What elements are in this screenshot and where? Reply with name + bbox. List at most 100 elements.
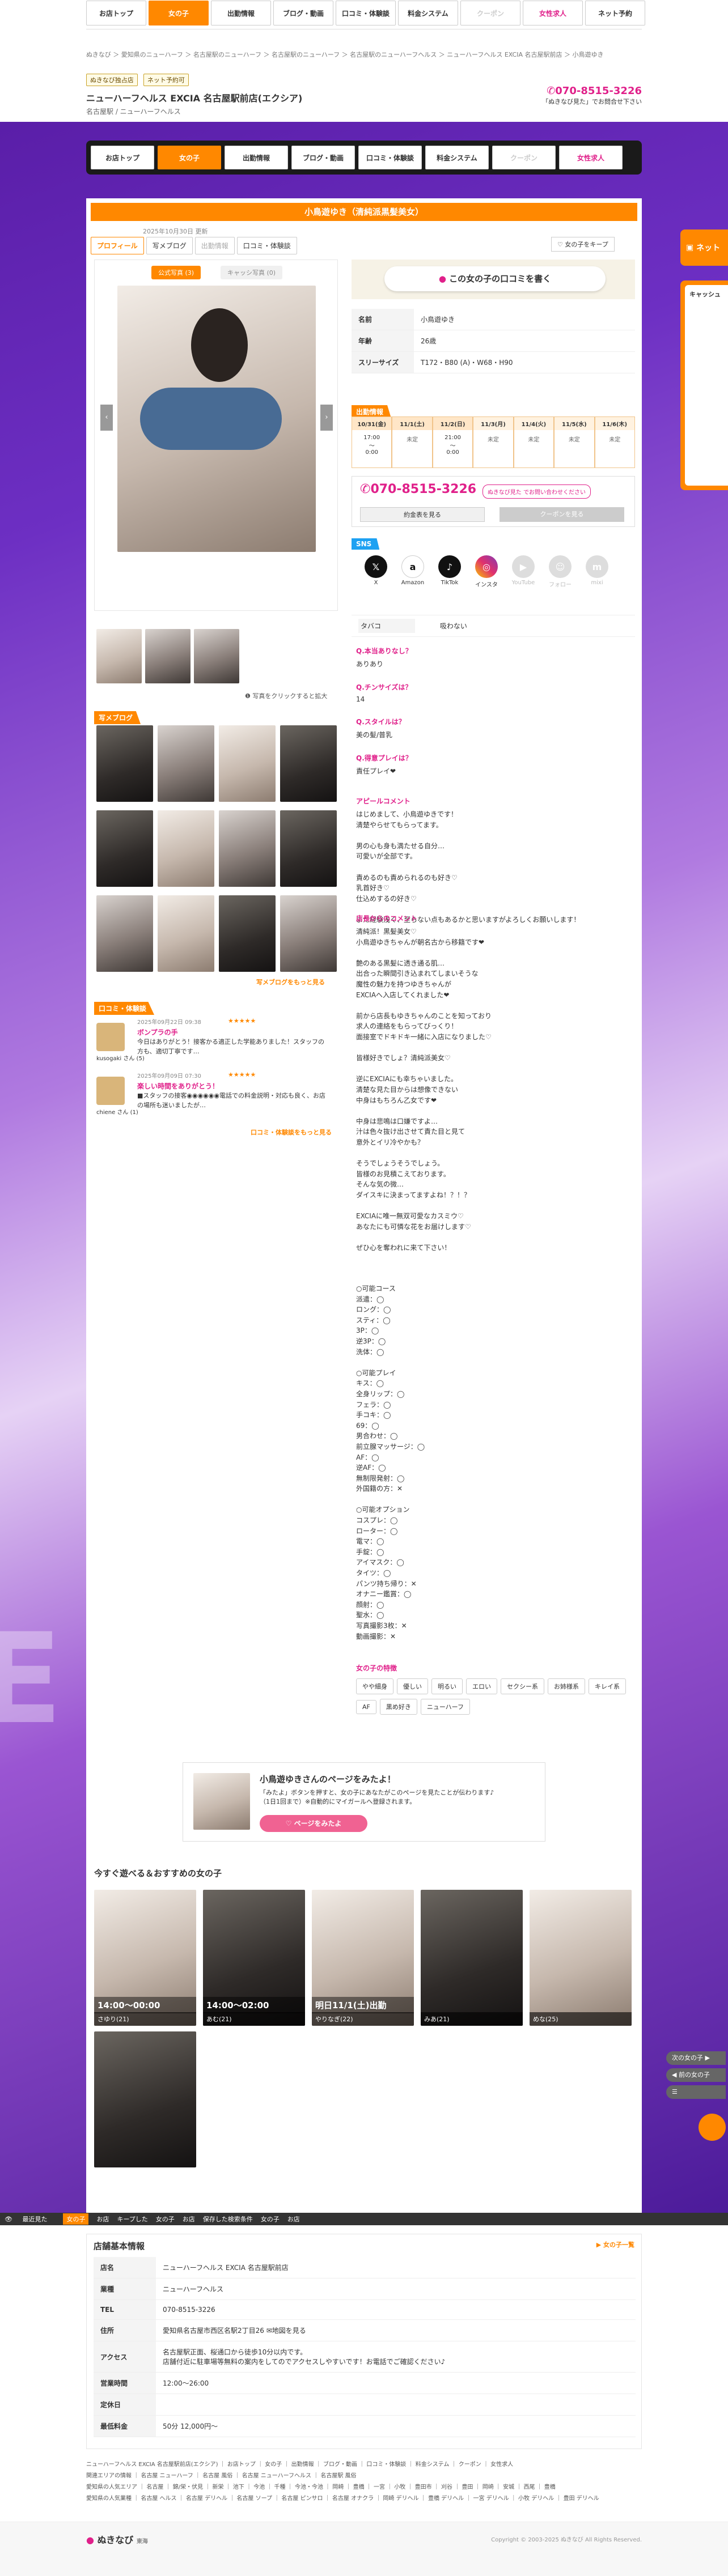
review-user[interactable]: chiene さん (1) [96, 1107, 138, 1116]
history-keep-shops[interactable]: お店 [183, 2214, 195, 2224]
cashback-side-banner[interactable]: キャッシュ [680, 280, 728, 490]
review-title[interactable]: ボンプラの手 [137, 1027, 178, 1037]
footer-links-area[interactable]: 関連エリアの情報 ｜ 名古屋 ニューハーフ ｜ 名古屋 風俗 ｜ 名古屋 ニュー… [86, 2471, 642, 2482]
main-photo[interactable] [117, 286, 316, 552]
sns-follow[interactable]: ☺ フォロー [547, 555, 573, 588]
sns-instagram[interactable]: ◎ インスタ [473, 555, 500, 588]
breadcrumb[interactable]: ぬきなび ＞ 愛知県のニューハーフ ＞ 名古屋駅のニューハーフ ＞ 名古屋駅のニ… [86, 50, 603, 59]
back-to-list-button[interactable]: ☰ [666, 2085, 726, 2099]
sns-tiktok[interactable]: ♪ TikTok [437, 555, 463, 586]
sns-amazon[interactable]: a Amazon [400, 555, 426, 586]
scroll-top-button[interactable] [699, 2114, 726, 2141]
review-more-link[interactable]: 口コミ・体験談をもっと見る [251, 1128, 332, 1137]
recommend-girl-card[interactable]: 14:00〜00:00 さゆり(21) [94, 1890, 196, 2026]
smoking-label: タバコ [358, 619, 415, 633]
footer-links-popular-type[interactable]: 愛知県の人気業種 ｜ 名古屋 ヘルス ｜ 名古屋 デリヘル ｜ 名古屋 ソープ … [86, 2493, 642, 2505]
feature-chip: セクシー系 [501, 1678, 544, 1694]
history-keep-girls[interactable]: 女の子 [156, 2214, 175, 2224]
sns-youtube[interactable]: ▶ YouTube [510, 555, 536, 586]
keep-girl-button[interactable]: ♡ 女の子をキープ [551, 237, 615, 252]
net-reserve-side-banner[interactable]: ▣ ネット [680, 229, 728, 266]
subnav-girls[interactable]: 女の子 [158, 146, 221, 169]
footer-links-shop[interactable]: ニューハーフヘルス EXCIA 名古屋駅前店(エクシア) ｜ お店トップ ｜ 女… [86, 2459, 642, 2471]
blog-thumb[interactable] [219, 810, 276, 887]
phone-icon: ✆ [547, 85, 556, 97]
cache-photo-tab[interactable]: キャッシ写真 (0) [221, 266, 283, 279]
shop-comment-text: 清純派！黒髪美女♡ 小鳥遊ゆきちゃんが朝名古から移籍です❤ 艶のある黒髪に透き通… [356, 928, 492, 1252]
blog-thumb[interactable] [96, 725, 153, 802]
appeal-text: はじめまして、小鳥遊ゆきです！ 清楚やらせてもらってます。 男の心も身も満たせる… [356, 810, 581, 924]
nav-reviews[interactable]: 口コミ・体験談 [336, 1, 396, 25]
shop-phone[interactable]: ✆070-8515-3226 [542, 85, 642, 97]
schedule-day: 11/5(水) 未定 [554, 416, 595, 468]
blog-more-link[interactable]: 写メブログをもっと見る [256, 977, 325, 987]
photo-prev-arrow[interactable]: ‹ [100, 405, 113, 431]
price-table-button[interactable]: 約金表を見る [360, 507, 485, 522]
official-photo-tab[interactable]: 公式写真 (3) [151, 266, 201, 279]
girls-list-link[interactable]: ▶ 女の子一覧 [596, 2240, 634, 2249]
blog-thumb[interactable] [96, 810, 153, 887]
subnav-price[interactable]: 料金システム [425, 146, 489, 169]
recommend-girl-card[interactable]: めな(25) [530, 1890, 632, 2026]
review-title[interactable]: 楽しい時間をありがとう！ [137, 1081, 219, 1091]
coupon-button[interactable]: クーポンを見る [500, 507, 624, 522]
blog-thumb[interactable] [158, 895, 214, 972]
history-saved-shops[interactable]: お店 [287, 2214, 300, 2224]
tab-blog[interactable]: 写メブログ [146, 237, 193, 254]
next-girl-button[interactable]: 次の女の子 ▶ [666, 2051, 726, 2065]
blog-thumb[interactable] [280, 810, 337, 887]
nav-price[interactable]: 料金システム [398, 1, 458, 25]
tab-schedule[interactable]: 出勤情報 [194, 237, 235, 254]
history-recent-girls[interactable]: 女の子 [63, 2213, 89, 2225]
photo-thumb-1[interactable] [96, 629, 142, 683]
recommend-name: あむ(21) [203, 2012, 305, 2026]
profile-phone[interactable]: ✆070-8515-3226 [360, 482, 476, 496]
subnav-reviews[interactable]: 口コミ・体験談 [358, 146, 422, 169]
blog-thumb[interactable] [158, 725, 214, 802]
blog-thumb[interactable] [158, 810, 214, 887]
heart-icon: ♡ [557, 241, 565, 248]
photo-thumb-3[interactable] [194, 629, 239, 683]
subnav-blog[interactable]: ブログ・動画 [291, 146, 355, 169]
prev-girl-button[interactable]: ◀ 前の女の子 [666, 2068, 726, 2082]
blog-thumb[interactable] [280, 895, 337, 972]
mitayo-button[interactable]: ♡ ページをみたよ [260, 1815, 367, 1832]
blog-thumb[interactable] [219, 895, 276, 972]
feature-chip: やや細身 [356, 1678, 393, 1694]
nav-blog[interactable]: ブログ・動画 [273, 1, 333, 25]
blog-thumb[interactable] [280, 725, 337, 802]
tab-profile[interactable]: プロフィール [91, 237, 144, 254]
history-saved-girls[interactable]: 女の子 [261, 2214, 280, 2224]
tab-reviews[interactable]: 口コミ・体験談 [236, 237, 297, 254]
subnav-coupon[interactable]: クーポン [492, 146, 556, 169]
footer-links-popular-area[interactable]: 愛知県の人気エリア ｜ 名古屋 ｜ 錦/栄・伏見 ｜ 新栄 ｜ 池下 ｜ 今池 … [86, 2482, 642, 2493]
tiktok-icon: ♪ [438, 555, 461, 578]
write-review-button[interactable]: ● この女の子の口コミを書く [384, 266, 606, 291]
nav-coupon[interactable]: クーポン [460, 1, 520, 25]
blog-thumb[interactable] [219, 725, 276, 802]
nav-net-reserve[interactable]: ネット予約 [585, 1, 645, 25]
footer-links: ニューハーフヘルス EXCIA 名古屋駅前店(エクシア) ｜ お店トップ ｜ 女… [86, 2459, 642, 2505]
recommend-girl-card[interactable] [94, 2031, 196, 2167]
sns-mixi[interactable]: m mixi [584, 555, 610, 586]
schedule-day: 10/31(金) 17:00 〜 0:00 [352, 416, 392, 468]
nav-schedule[interactable]: 出勤情報 [211, 1, 271, 25]
nav-shop-top[interactable]: お店トップ [86, 1, 146, 25]
history-recent-shops[interactable]: お店 [96, 2214, 109, 2224]
recommend-girl-card[interactable]: 14:00〜02:00 あむ(21) [203, 1890, 305, 2026]
subnav-schedule[interactable]: 出勤情報 [225, 146, 288, 169]
footer-logo[interactable]: ● ぬきなび 東海 [86, 2532, 148, 2546]
review-section-heading: 口コミ・体験談 [94, 1002, 155, 1015]
recommend-girl-card[interactable]: 明日11/1(土)出勤 やりなぎ(22) [312, 1890, 414, 2026]
recommend-girl-card[interactable]: みあ(21) [421, 1890, 523, 2026]
subnav-recruit[interactable]: 女性求人 [559, 146, 623, 169]
photo-thumb-2[interactable] [145, 629, 191, 683]
shop-info-row: 業種 ニューハーフヘルス [94, 2278, 636, 2300]
nav-girls[interactable]: 女の子 [149, 1, 209, 25]
nav-recruit[interactable]: 女性求人 [523, 1, 583, 25]
photo-next-arrow[interactable]: › [320, 405, 333, 431]
subnav-shop-top[interactable]: お店トップ [91, 146, 154, 169]
heart-icon: ♡ [285, 1820, 294, 1827]
sns-x[interactable]: 𝕏X [363, 555, 389, 586]
blog-thumb[interactable] [96, 895, 153, 972]
